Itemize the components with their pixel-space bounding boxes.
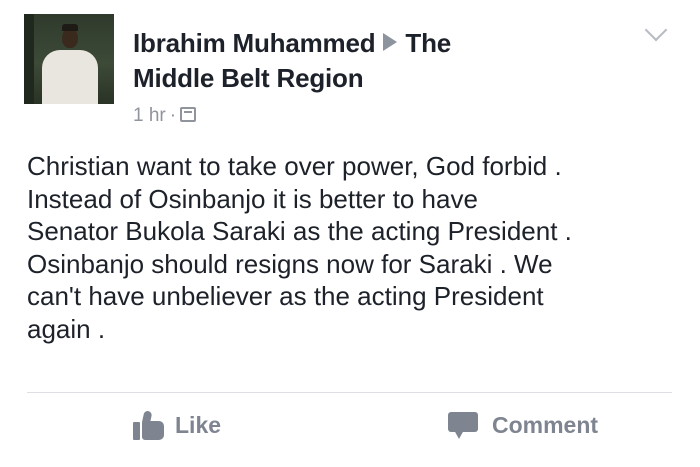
post-body-line: Instead of Osinbanjo it is better to hav… — [27, 183, 478, 214]
avatar[interactable] — [24, 14, 114, 104]
avatar-figure-body — [42, 50, 98, 104]
thumbs-up-icon — [133, 410, 165, 440]
like-label: Like — [175, 411, 222, 438]
post-body-line: Osinbanjo should resigns now for Saraki … — [27, 248, 553, 279]
chevron-down-icon[interactable] — [644, 18, 668, 42]
action-divider — [27, 392, 672, 393]
facebook-post: Ibrahim Muhammed The Middle Belt Region 1… — [0, 0, 700, 467]
group-audience-icon — [180, 107, 197, 122]
right-triangle-icon — [383, 33, 398, 51]
post-body-line: can't have unbeliever as the acting Pres… — [27, 281, 544, 311]
comment-button[interactable]: Comment — [448, 408, 598, 442]
like-button[interactable]: Like — [133, 408, 221, 442]
meta-separator: · — [169, 105, 177, 126]
post-timestamp[interactable]: 1 hr — [133, 105, 166, 126]
post-header: Ibrahim Muhammed The Middle Belt Region — [133, 26, 613, 96]
post-meta: 1 hr · — [133, 104, 197, 128]
avatar-figure-cap — [62, 24, 78, 31]
author-name[interactable]: Ibrahim Muhammed — [133, 28, 376, 58]
post-body-line: again . — [27, 313, 106, 344]
comment-bubble-icon — [448, 410, 478, 440]
post-body-line: Christian want to take over power, God f… — [27, 151, 562, 181]
comment-label: Comment — [492, 411, 599, 438]
group-name-line1[interactable]: The — [405, 28, 451, 58]
group-name-line2[interactable]: Middle Belt Region — [133, 63, 364, 93]
avatar-background-stripe — [24, 14, 34, 104]
post-body: Christian want to take over power, God f… — [27, 150, 677, 345]
avatar-figure-head — [62, 28, 78, 48]
post-body-line: Senator Bukola Saraki as the acting Pres… — [27, 216, 572, 246]
